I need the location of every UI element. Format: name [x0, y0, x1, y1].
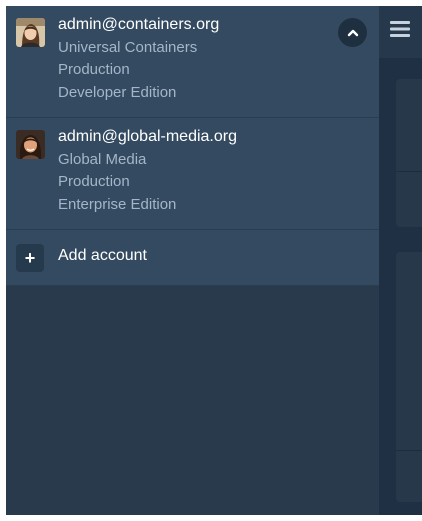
menu-button[interactable] — [387, 16, 413, 42]
account-item-global-media[interactable]: admin@global-media.org Global Media Prod… — [6, 118, 379, 230]
app-frame: admin@containers.org Universal Container… — [0, 0, 422, 521]
content-card — [396, 252, 422, 502]
account-org-name: Universal Containers — [58, 38, 198, 56]
content-card — [396, 79, 422, 227]
account-environment: Production — [58, 61, 130, 78]
account-item-containers[interactable]: admin@containers.org Universal Container… — [6, 6, 379, 118]
account-list: admin@containers.org Universal Container… — [6, 6, 379, 286]
add-account-label: Add account — [58, 247, 147, 264]
collapse-accounts-button[interactable] — [338, 18, 367, 47]
account-username: admin@containers.org — [58, 16, 220, 33]
header-bar — [379, 6, 422, 58]
card-divider — [396, 171, 422, 172]
account-edition: Enterprise Edition — [58, 195, 177, 213]
chevron-up-icon — [347, 29, 358, 36]
avatar — [16, 18, 45, 47]
account-environment: Production — [58, 173, 130, 190]
main-content-pane — [379, 6, 422, 515]
account-details: admin@containers.org Universal Container… — [58, 14, 328, 104]
account-details: admin@global-media.org Global Media Prod… — [58, 126, 328, 216]
account-org-name: Global Media — [58, 150, 147, 168]
plus-icon: + — [16, 244, 44, 272]
card-divider — [396, 450, 422, 451]
avatar — [16, 130, 45, 159]
hamburger-menu-icon — [390, 21, 410, 37]
account-switcher-drawer: admin@containers.org Universal Container… — [6, 6, 379, 515]
add-account-button[interactable]: + Add account — [6, 230, 379, 286]
account-username: admin@global-media.org — [58, 128, 237, 145]
account-edition: Developer Edition — [58, 83, 177, 101]
